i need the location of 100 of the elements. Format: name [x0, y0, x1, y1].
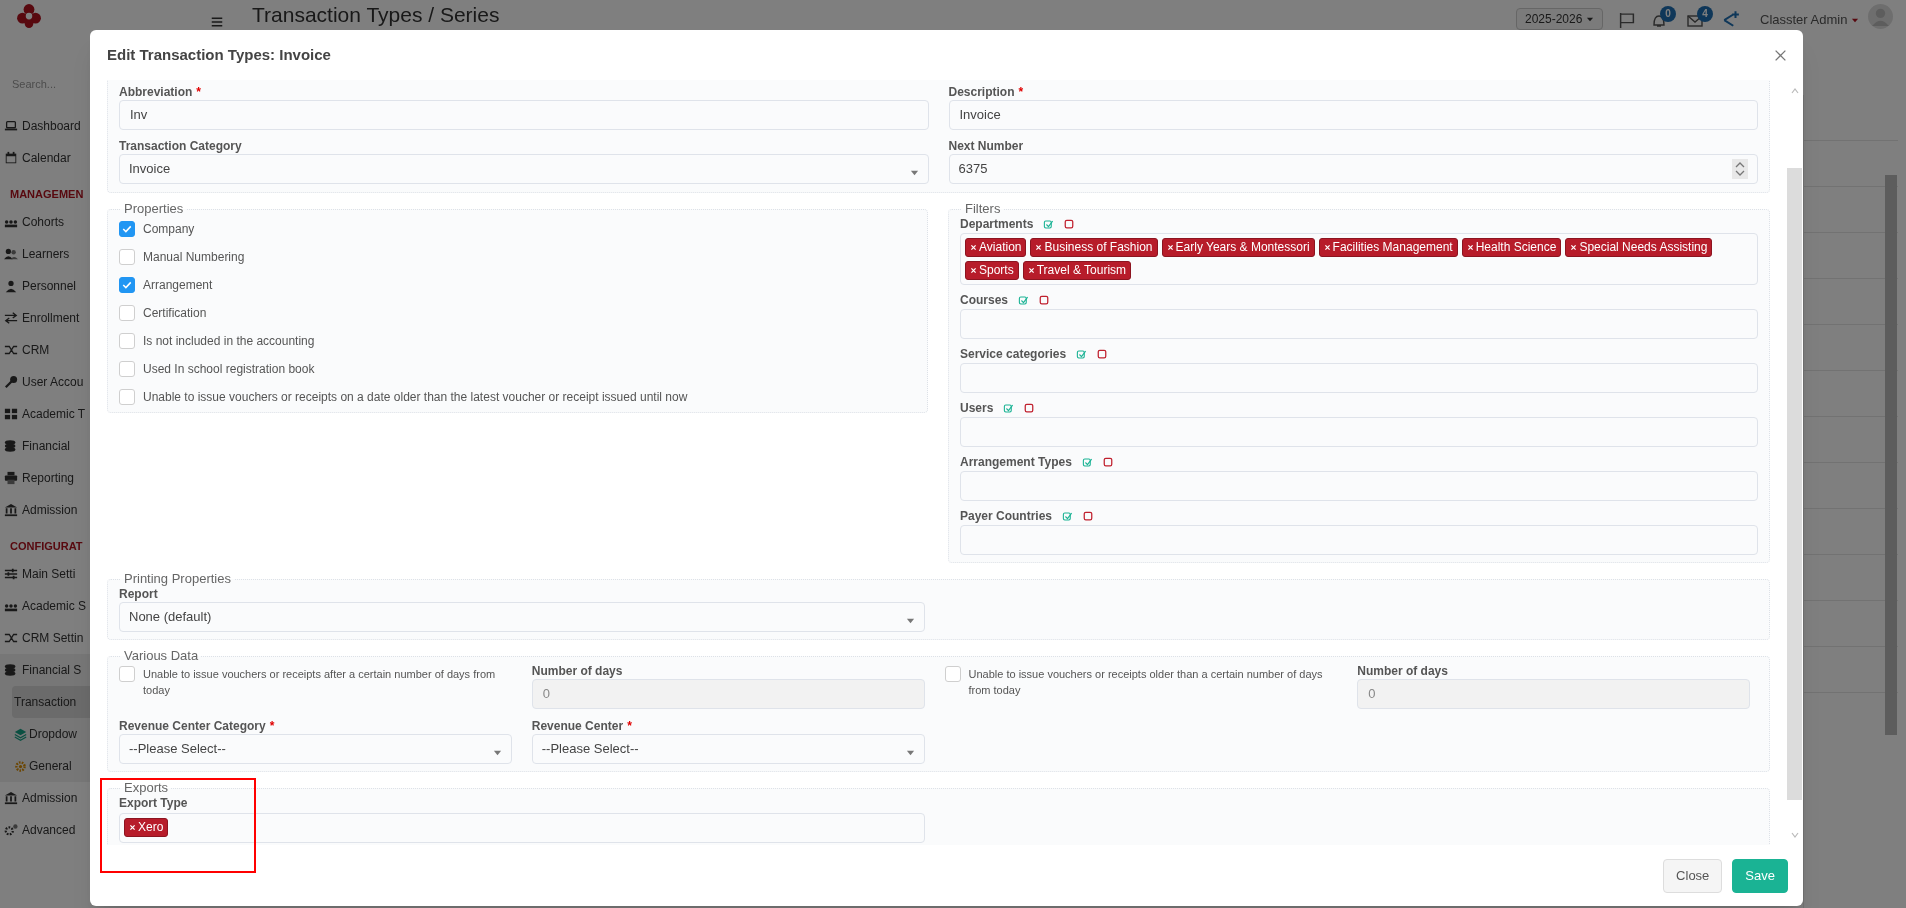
- share-icon[interactable]: [1722, 10, 1740, 28]
- remove-icon[interactable]: [1466, 244, 1474, 251]
- remove-icon[interactable]: [129, 824, 136, 831]
- checkbox[interactable]: [119, 333, 135, 349]
- deselect-all-icon[interactable]: [1039, 295, 1050, 305]
- deselect-all-icon[interactable]: [1024, 403, 1035, 413]
- sidebar-item[interactable]: Dashboard: [0, 110, 92, 142]
- deselect-all-icon[interactable]: [1097, 349, 1108, 359]
- sidebar-item[interactable]: Admission: [0, 782, 92, 814]
- tag[interactable]: Aviation: [965, 238, 1027, 257]
- sidebar-item[interactable]: Academic S: [0, 590, 92, 622]
- sidebar-item[interactable]: Admission: [0, 494, 92, 526]
- sidebar-item[interactable]: Academic T: [0, 398, 92, 430]
- field-label: Description: [948, 85, 1015, 100]
- select-all-icon[interactable]: [1018, 294, 1030, 306]
- select-field[interactable]: --Please Select--: [531, 734, 925, 764]
- checkbox[interactable]: [119, 221, 135, 237]
- sidebar-item[interactable]: Reporting: [0, 462, 92, 494]
- tag-field[interactable]: [960, 363, 1758, 393]
- spinner-icon[interactable]: [1732, 159, 1748, 179]
- select-all-icon[interactable]: [1081, 456, 1093, 468]
- menu-icon[interactable]: [210, 16, 224, 28]
- select-field[interactable]: Invoice: [119, 154, 929, 184]
- notification-badge: 0: [1660, 6, 1676, 22]
- number-field[interactable]: 6375: [948, 154, 1758, 184]
- field-label: Departments: [960, 216, 1034, 233]
- tag[interactable]: Sports: [965, 261, 1019, 280]
- scroll-down-icon[interactable]: [1789, 830, 1800, 840]
- tag-field[interactable]: Aviation Business of Fashion Early Years & Montessori Facilities Management Health Science Special Needs Assisting Sports Travel & Tourism: [960, 233, 1758, 285]
- required-mark: *: [1018, 85, 1024, 100]
- printer-icon: [4, 471, 18, 485]
- select-all-icon[interactable]: [1003, 402, 1015, 414]
- sidebar-item[interactable]: Cohorts: [0, 206, 92, 238]
- sidebar-item[interactable]: CRM Settin: [0, 622, 92, 654]
- scrollbar-thumb[interactable]: [1787, 168, 1802, 800]
- laptop-icon: [4, 119, 18, 133]
- tag[interactable]: Travel & Tourism: [1022, 261, 1132, 280]
- checkbox[interactable]: [119, 361, 135, 377]
- avatar-icon[interactable]: [1868, 4, 1893, 29]
- tag-field[interactable]: [960, 471, 1758, 501]
- deselect-all-icon[interactable]: [1064, 219, 1075, 229]
- checkbox[interactable]: [119, 666, 135, 682]
- sidebar-item[interactable]: Financial S: [0, 654, 92, 686]
- sidebar-item[interactable]: Advanced: [0, 814, 92, 846]
- remove-icon[interactable]: [970, 267, 977, 274]
- tag[interactable]: Business of Fashion: [1030, 238, 1158, 257]
- remove-icon[interactable]: [1027, 267, 1035, 274]
- checkbox[interactable]: [944, 666, 961, 682]
- required-mark: *: [627, 719, 632, 734]
- sidebar-item[interactable]: User Accou: [0, 366, 92, 398]
- remove-icon[interactable]: [1570, 244, 1578, 251]
- remove-icon[interactable]: [970, 244, 977, 251]
- sidebar-subitem[interactable]: General: [12, 750, 92, 782]
- section-legend: Printing Properties: [121, 571, 234, 587]
- sidebar-subitem[interactable]: Transaction: [12, 686, 92, 718]
- tag-field[interactable]: [960, 417, 1758, 447]
- remove-icon[interactable]: [1323, 244, 1331, 251]
- sidebar-item[interactable]: Enrollment: [0, 302, 92, 334]
- sidebar-item[interactable]: Financial: [0, 430, 92, 462]
- scroll-up-icon[interactable]: [1789, 86, 1800, 96]
- sidebar-item[interactable]: Learners: [0, 238, 92, 270]
- tag-field[interactable]: [960, 525, 1758, 555]
- year-dropdown[interactable]: 2025-2026: [1516, 8, 1604, 30]
- deselect-all-icon[interactable]: [1083, 511, 1094, 521]
- field-label: Payer Countries: [960, 508, 1053, 525]
- remove-icon[interactable]: [1166, 244, 1174, 251]
- sidebar-item[interactable]: Calendar: [0, 142, 92, 174]
- tag[interactable]: Special Needs Assisting: [1565, 238, 1713, 257]
- input-field[interactable]: Invoice: [948, 100, 1758, 130]
- logo-icon: [16, 3, 42, 29]
- checkbox[interactable]: [119, 389, 135, 405]
- mail-icon[interactable]: [1686, 13, 1704, 29]
- checkbox-label: Is not included in the accounting: [143, 333, 315, 350]
- select-all-icon[interactable]: [1076, 348, 1088, 360]
- tag[interactable]: Xero: [124, 818, 169, 837]
- checkbox[interactable]: [119, 249, 135, 265]
- tag[interactable]: Facilities Management: [1318, 238, 1458, 257]
- sidebar-item[interactable]: CRM: [0, 334, 92, 366]
- select-all-icon[interactable]: [1043, 218, 1055, 230]
- user-menu[interactable]: Classter Admin: [1760, 10, 1848, 30]
- select-field[interactable]: None (default): [119, 602, 925, 632]
- sidebar-item[interactable]: Personnel: [0, 270, 92, 302]
- checkbox[interactable]: [119, 277, 135, 293]
- deselect-all-icon[interactable]: [1102, 457, 1113, 467]
- tag[interactable]: Early Years & Montessori: [1161, 238, 1315, 257]
- close-button[interactable]: Close: [1663, 858, 1723, 893]
- checkbox[interactable]: [119, 305, 135, 321]
- select-field[interactable]: --Please Select--: [119, 734, 512, 764]
- coins-icon: [4, 439, 18, 453]
- tag-field[interactable]: Xero: [119, 813, 925, 843]
- tag-field[interactable]: [960, 309, 1758, 339]
- sidebar-item[interactable]: Main Setti: [0, 558, 92, 590]
- select-all-icon[interactable]: [1062, 510, 1074, 522]
- input-field[interactable]: Inv: [119, 100, 929, 130]
- scrollbar-thumb[interactable]: [1885, 175, 1897, 735]
- flag-icon[interactable]: [1618, 12, 1636, 29]
- sidebar-subitem[interactable]: Dropdow: [12, 718, 92, 750]
- remove-icon[interactable]: [1035, 244, 1043, 251]
- save-button[interactable]: Save: [1732, 858, 1788, 893]
- tag[interactable]: Health Science: [1461, 238, 1562, 257]
